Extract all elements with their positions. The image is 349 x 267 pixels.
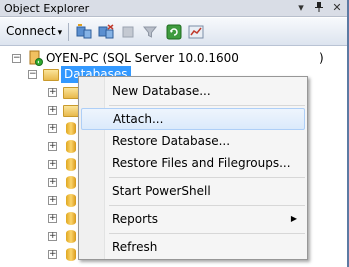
expand-toggle[interactable]: + — [48, 214, 57, 223]
filter-icon[interactable] — [142, 24, 158, 40]
stop-icon[interactable] — [120, 24, 136, 40]
database-icon — [66, 176, 76, 189]
menu-separator — [109, 205, 305, 206]
window-position-dropdown[interactable]: ▾ — [294, 1, 308, 15]
panel-title: Object Explorer — [4, 2, 90, 15]
menu-item-attach[interactable]: Attach... — [81, 108, 305, 130]
expand-toggle[interactable]: + — [48, 142, 57, 151]
menu-separator — [109, 233, 305, 234]
connect-button[interactable]: Connect ▾ — [6, 24, 62, 38]
database-icon — [66, 248, 76, 261]
folder-icon — [63, 87, 79, 99]
menu-item-label: Restore Files and Filegroups... — [112, 156, 291, 170]
menu-item-start-powershell[interactable]: Start PowerShell — [81, 180, 305, 202]
expand-toggle[interactable]: + — [48, 178, 57, 187]
database-icon — [66, 230, 76, 243]
toolbar-separator — [68, 23, 69, 41]
menu-item-reports[interactable]: Reports ▶ — [81, 208, 305, 230]
activity-monitor-icon[interactable] — [188, 24, 204, 40]
menu-item-restore-files-and-filegroups[interactable]: Restore Files and Filegroups... — [81, 152, 305, 174]
chevron-down-icon: ▾ — [57, 28, 63, 38]
folder-icon — [63, 105, 79, 117]
menu-item-restore-database[interactable]: Restore Database... — [81, 130, 305, 152]
menu-item-label: Reports — [112, 212, 159, 226]
folder-icon — [43, 69, 59, 81]
disconnect-icon[interactable] — [98, 24, 114, 40]
refresh-icon[interactable] — [166, 24, 182, 40]
menu-item-label: Attach... — [113, 112, 164, 126]
collapse-toggle[interactable]: − — [12, 54, 21, 63]
connect-object-explorer-icon[interactable] — [76, 24, 92, 40]
panel-title-bar: Object Explorer ▾ ✕ — [0, 0, 347, 17]
pin-icon[interactable] — [312, 1, 326, 15]
menu-item-label: New Database... — [112, 84, 211, 98]
database-icon — [66, 122, 76, 135]
menu-item-label: Refresh — [112, 240, 158, 254]
collapse-toggle[interactable]: − — [28, 70, 37, 79]
expand-toggle[interactable]: + — [48, 106, 57, 115]
expand-toggle[interactable]: + — [48, 160, 57, 169]
database-icon — [66, 194, 76, 207]
expand-toggle[interactable]: + — [48, 88, 57, 97]
submenu-arrow-icon: ▶ — [290, 214, 297, 223]
menu-item-refresh[interactable]: Refresh — [81, 236, 305, 258]
server-node-label-end: ) — [319, 51, 324, 65]
menu-item-label: Restore Database... — [112, 134, 231, 148]
object-explorer-panel: Object Explorer ▾ ✕ Connect ▾ − OYEN-PC … — [0, 0, 349, 267]
connect-label: Connect — [6, 24, 56, 38]
explorer-toolbar: Connect ▾ — [0, 18, 347, 46]
database-icon — [66, 212, 76, 225]
database-icon — [66, 140, 76, 153]
server-node-label: OYEN-PC (SQL Server 10.0.1600 — [46, 51, 239, 65]
expand-toggle[interactable]: + — [48, 250, 57, 259]
close-icon[interactable]: ✕ — [330, 1, 344, 15]
expand-toggle[interactable]: + — [48, 124, 57, 133]
menu-separator — [109, 105, 305, 106]
expand-toggle[interactable]: + — [48, 196, 57, 205]
context-menu: New Database... Attach... Restore Databa… — [78, 76, 308, 260]
expand-toggle[interactable]: + — [48, 232, 57, 241]
tree-row-server[interactable]: − OYEN-PC (SQL Server 10.0.1600 ) — [0, 50, 347, 67]
database-icon — [66, 158, 76, 171]
menu-item-new-database[interactable]: New Database... — [81, 80, 305, 102]
menu-item-label: Start PowerShell — [112, 184, 211, 198]
menu-separator — [109, 177, 305, 178]
